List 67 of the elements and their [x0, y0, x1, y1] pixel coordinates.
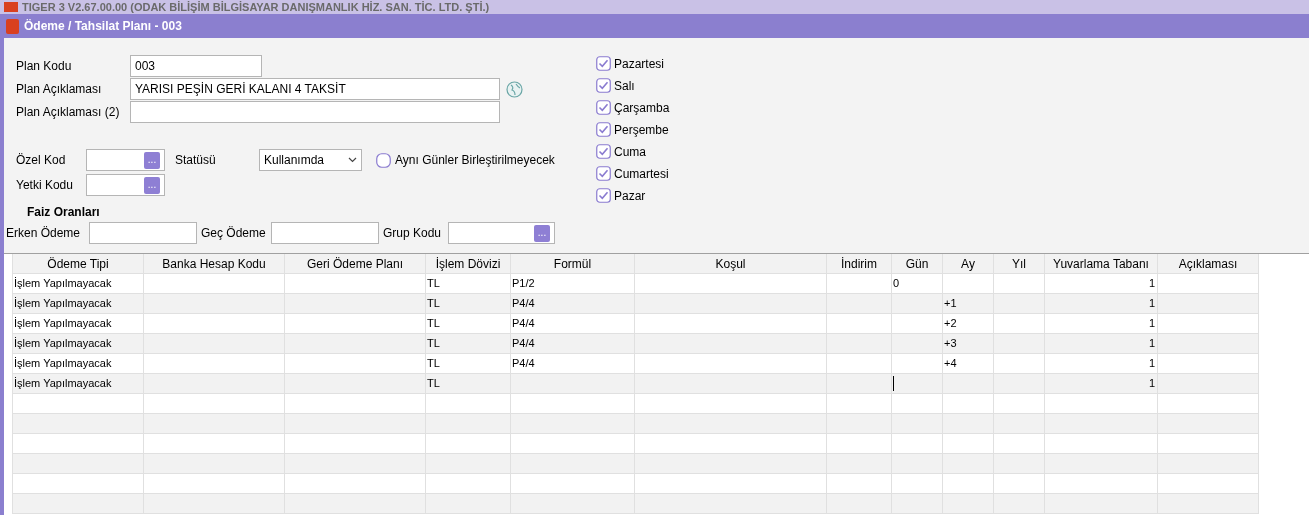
app-logo-icon — [6, 18, 19, 34]
day-label: Çarşamba — [614, 99, 670, 117]
table-cell-text: 0 — [893, 276, 900, 292]
field-label: Statüsü — [175, 152, 217, 169]
chevron-down-icon — [348, 157, 357, 163]
day-label: Salı — [614, 77, 635, 95]
table-cell-text: +3 — [944, 336, 957, 352]
table-cell-text: İşlem Yapılmayacak — [14, 296, 112, 312]
status-dropdown[interactable]: Kullanımda — [259, 149, 362, 171]
table-cell-text: 1 — [1148, 296, 1155, 312]
table-cell-text: P4/4 — [512, 356, 535, 372]
day-label: Pazar — [614, 187, 646, 205]
field-label: Yetki Kodu — [16, 177, 74, 194]
table-cell-text: İşlem Yapılmayacak — [14, 316, 112, 332]
field-label: Plan Kodu — [16, 58, 73, 75]
table-cell-text: İşlem Yapılmayacak — [14, 376, 112, 392]
plan-description-field[interactable]: YARISI PEŞİN GERİ KALANI 4 TAKSİT — [130, 78, 500, 100]
day-label: Cuma — [614, 143, 646, 161]
checkbox[interactable] — [376, 152, 391, 168]
checked-checkbox[interactable] — [596, 100, 611, 115]
field-label: Erken Ödeme — [6, 225, 82, 242]
checkbox-label: Aynı Günler Birleştirilmeyecek — [395, 152, 555, 169]
table-cell-text: 1 — [1148, 276, 1155, 292]
plan-code-field[interactable]: 003 — [130, 55, 262, 77]
table-cell-text: P4/4 — [512, 296, 535, 312]
checked-checkbox[interactable] — [596, 144, 611, 159]
table-cell-text: 1 — [1148, 336, 1155, 352]
checked-checkbox[interactable] — [596, 188, 611, 203]
table-cell-text: +1 — [944, 296, 957, 312]
checked-checkbox[interactable] — [596, 166, 611, 181]
early-payment-field[interactable] — [89, 222, 197, 244]
table-cell-text: TL — [427, 276, 440, 292]
table-cell-text: P4/4 — [512, 316, 535, 332]
table-cell-text: 1 — [1148, 356, 1155, 372]
day-label: Perşembe — [614, 121, 669, 139]
table-cell-text: TL — [427, 296, 440, 312]
table-cell-text: 1 — [1148, 316, 1155, 332]
table-cell-text: P1/2 — [512, 276, 535, 292]
table-cell-text: TL — [427, 356, 440, 372]
table-cell-text: +2 — [944, 316, 957, 332]
table-cell-text: İşlem Yapılmayacak — [14, 276, 112, 292]
field-label: Plan Açıklaması — [16, 81, 103, 98]
field-label: Özel Kod — [16, 152, 67, 169]
section-title: Faiz Oranları — [27, 205, 100, 219]
table-cell-text: TL — [427, 316, 440, 332]
day-label: Cumartesi — [614, 165, 669, 183]
table-cell-text: +4 — [944, 356, 957, 372]
globe-icon[interactable] — [506, 80, 523, 98]
field-label: Grup Kodu — [383, 225, 443, 242]
checked-checkbox[interactable] — [596, 56, 611, 71]
app-logo-icon — [4, 2, 18, 12]
table-cell-text: TL — [427, 376, 440, 392]
day-label: Pazartesi — [614, 55, 665, 73]
table-cell-text: 1 — [1148, 376, 1155, 392]
table-cell-text: TL — [427, 336, 440, 352]
field-label: Plan Açıklaması (2) — [16, 104, 121, 121]
field-label: Geç Ödeme — [201, 225, 267, 242]
window-title: Ödeme / Tahsilat Planı - 003 — [24, 18, 182, 35]
table-cell-text: İşlem Yapılmayacak — [14, 336, 112, 352]
checked-checkbox[interactable] — [596, 78, 611, 93]
table-cell-text: İşlem Yapılmayacak — [14, 356, 112, 372]
checked-checkbox[interactable] — [596, 122, 611, 137]
table-cell-text: P4/4 — [512, 336, 535, 352]
late-payment-field[interactable] — [271, 222, 379, 244]
text-cursor — [893, 376, 894, 391]
app-title: TIGER 3 V2.67.00.00 (ODAK BİLİŞİM BİLGİSAYAR DANIŞMANLIK HİZ. SAN. TİC. LTD. ŞTİ.) — [22, 0, 490, 14]
plan-description-2-field[interactable] — [130, 101, 500, 123]
